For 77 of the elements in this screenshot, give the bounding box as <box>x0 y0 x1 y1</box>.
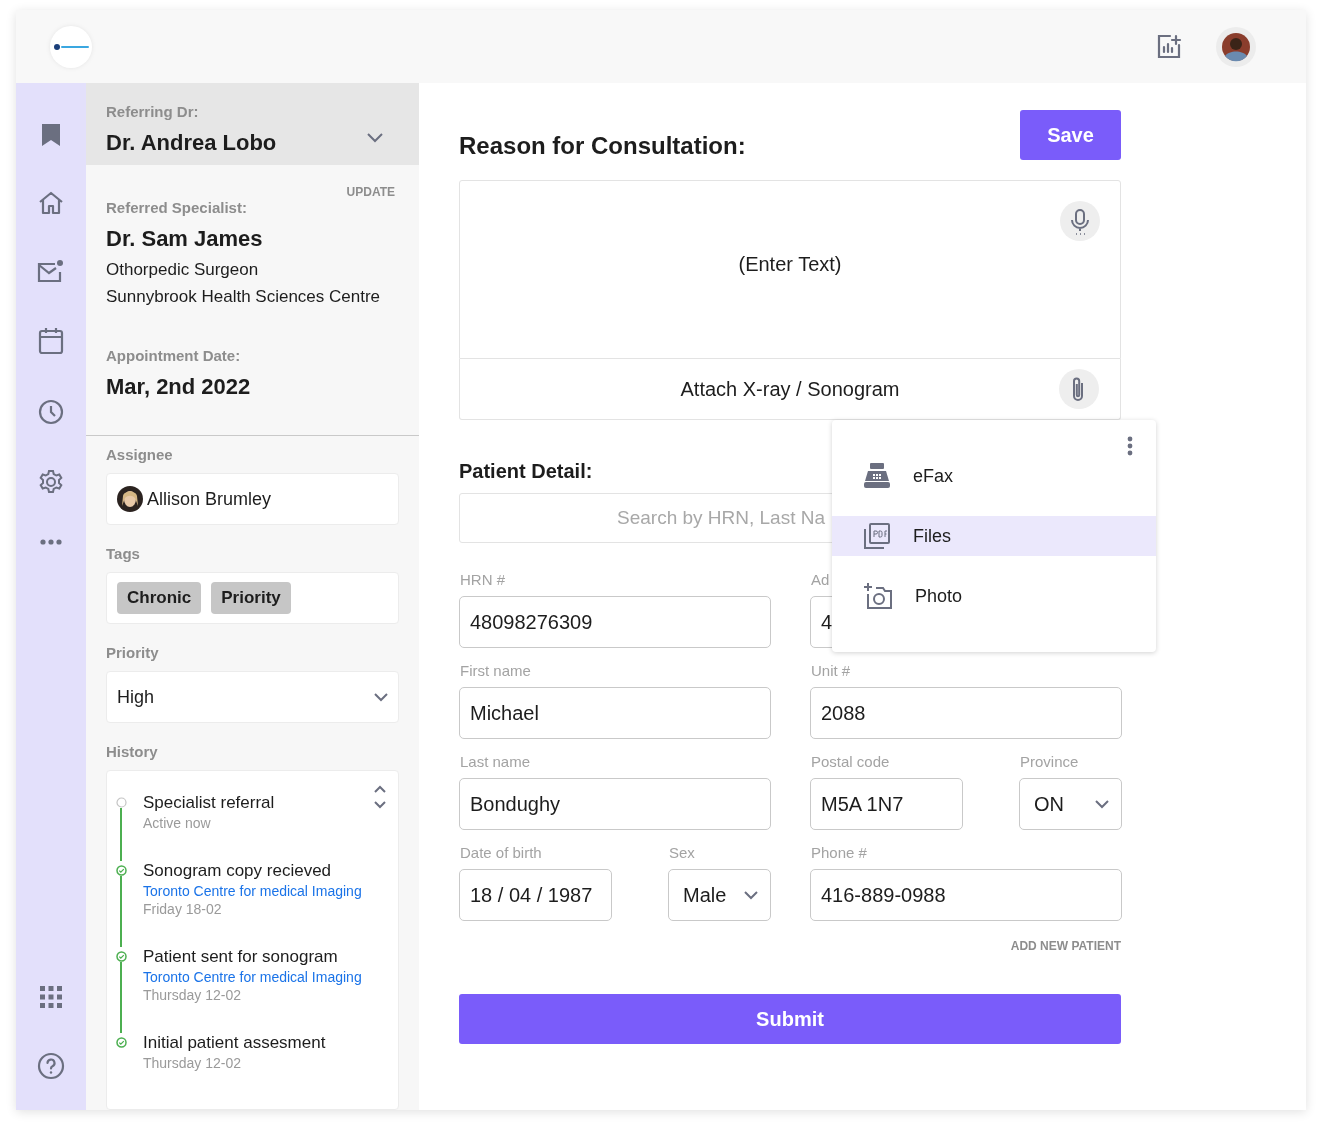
specialist-name: Dr. Sam James <box>106 226 264 253</box>
section-title: Reason for Consultation: <box>459 132 746 160</box>
field-label: Referred Specialist: <box>106 199 248 217</box>
input-field[interactable]: Bondughy <box>459 778 771 830</box>
clock-icon[interactable] <box>38 399 64 425</box>
add-chart-icon[interactable] <box>1156 33 1182 60</box>
field-label: Date of birth <box>460 844 543 861</box>
fax-icon <box>863 463 891 489</box>
chevron-down-icon <box>374 692 388 702</box>
sort-icon[interactable] <box>374 785 386 809</box>
input-field[interactable]: 48098276309 <box>459 596 771 648</box>
input-field[interactable]: M5A 1N7 <box>810 778 963 830</box>
field-label: Unit # <box>811 662 852 679</box>
help-icon[interactable] <box>37 1052 65 1080</box>
history-title: Patient sent for sonogram <box>143 947 339 967</box>
tag[interactable]: Chronic <box>117 582 202 614</box>
pdf-file-icon <box>863 522 891 550</box>
field-label: Sex <box>669 844 696 861</box>
bookmark-icon[interactable] <box>41 123 61 147</box>
section-title: Patient Detail: <box>459 460 593 483</box>
mail-icon[interactable] <box>37 259 65 283</box>
field-label: Referring Dr: <box>106 103 200 120</box>
input-field[interactable]: Michael <box>459 687 771 739</box>
history-date: Thursday 12-02 <box>143 987 243 1003</box>
apps-grid-icon[interactable] <box>40 986 62 1008</box>
settings-icon[interactable] <box>38 469 64 495</box>
history-status: Active now <box>143 815 212 831</box>
chevron-down-icon <box>1095 799 1109 809</box>
assignee-field[interactable]: Allison Brumley <box>106 473 399 525</box>
priority-select[interactable]: High <box>106 671 399 723</box>
chevron-down-icon <box>744 890 758 900</box>
field-label: First name <box>460 662 532 679</box>
section-label: History <box>106 743 159 760</box>
chevron-down-icon <box>367 133 383 143</box>
location-link[interactable]: Toronto Centre for medical Imaging <box>143 969 362 985</box>
input-field[interactable]: 18 / 04 / 1987 <box>459 869 612 921</box>
paperclip-icon[interactable] <box>1058 368 1100 410</box>
tag[interactable]: Priority <box>211 582 291 614</box>
section-label: Tags <box>106 545 141 562</box>
history-title: Initial patient assesment <box>143 1033 326 1053</box>
menu-item[interactable]: Files <box>832 516 1156 556</box>
input-field[interactable]: 416-889-0988 <box>810 869 1122 921</box>
field-label: HRN # <box>460 571 506 588</box>
select-field[interactable]: Male <box>668 869 771 921</box>
menu-item[interactable]: eFax <box>832 456 1156 496</box>
appointment-date: Mar, 2nd 2022 <box>106 374 252 401</box>
menu-item[interactable]: Photo <box>832 576 1156 616</box>
specialty-text: Othorpedic Surgeon <box>106 260 260 281</box>
field-label: Ad <box>811 571 831 588</box>
section-label: Priority <box>106 644 160 661</box>
submit-button[interactable]: Submit <box>459 994 1121 1044</box>
input-field[interactable]: 2088 <box>810 687 1122 739</box>
attach-label[interactable]: Attach X-ray / Sonogram <box>680 377 900 401</box>
logo-icon <box>50 25 92 68</box>
microphone-icon[interactable] <box>1059 200 1101 242</box>
history-date: Friday 18-02 <box>143 901 223 917</box>
add-photo-icon <box>863 582 893 610</box>
select-field[interactable]: ON <box>1019 778 1122 830</box>
field-label: Appointment Date: <box>106 347 242 365</box>
calendar-icon[interactable] <box>38 327 64 355</box>
more-options-icon[interactable] <box>1127 436 1133 456</box>
section-label: Assignee <box>106 446 174 463</box>
field-label: Phone # <box>811 844 868 861</box>
field-label: Last name <box>460 753 532 770</box>
save-button[interactable]: Save <box>1020 110 1121 160</box>
consultation-text-field[interactable]: (Enter Text) <box>459 180 1121 359</box>
history-title: Specialist referral <box>143 793 275 813</box>
hospital-text: Sunnybrook Health Sciences Centre <box>106 287 382 308</box>
home-icon[interactable] <box>38 191 64 215</box>
doctor-name: Dr. Andrea Lobo <box>106 130 277 156</box>
history-date: Thursday 12-02 <box>143 1055 243 1071</box>
more-icon[interactable] <box>40 539 62 545</box>
referring-doctor-select[interactable]: Referring Dr: Dr. Andrea Lobo <box>86 83 419 166</box>
history-title: Sonogram copy recieved <box>143 861 333 881</box>
field-label: Postal code <box>811 753 891 770</box>
location-link[interactable]: Toronto Centre for medical Imaging <box>143 883 362 899</box>
field-label: Province <box>1020 753 1080 770</box>
